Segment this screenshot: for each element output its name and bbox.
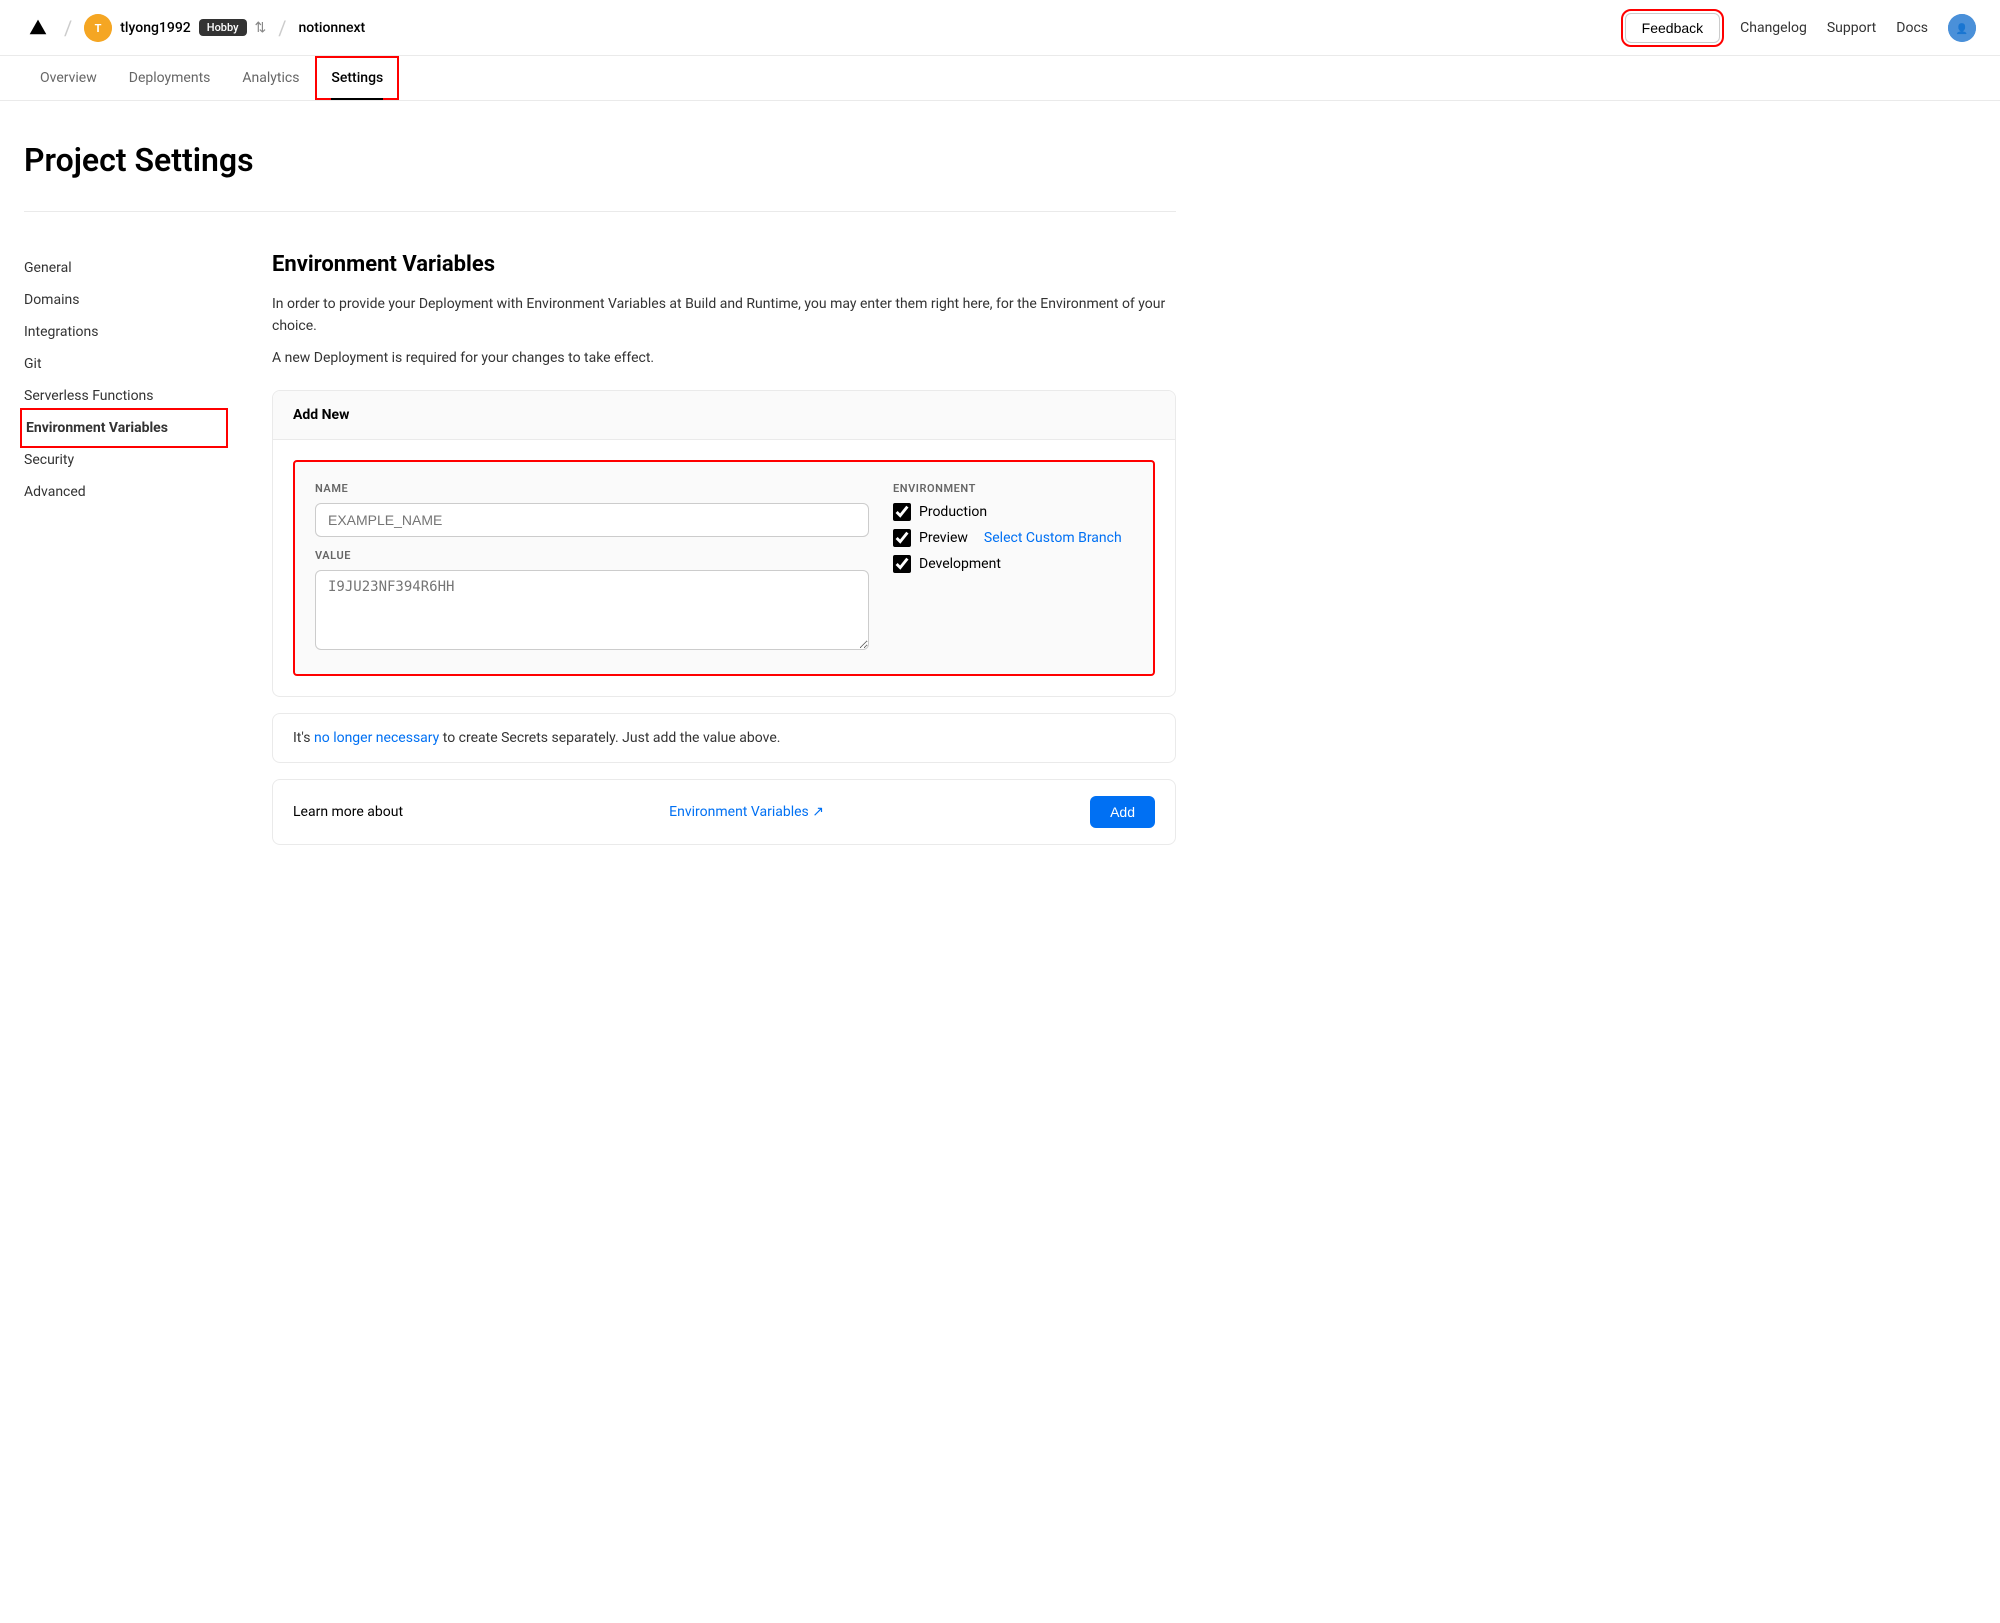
add-new-label: Add New [293,407,349,423]
section-description-1: In order to provide your Deployment with… [272,293,1176,338]
env-option-preview-row: Preview Select Custom Branch [893,529,1133,547]
env-option-production: Production [893,503,1133,521]
env-option-development: Development [893,555,1001,573]
env-vars-learn-more-link[interactable]: Environment Variables ↗ [669,804,824,820]
plan-badge: Hobby [199,19,247,36]
page-divider [24,211,1176,212]
learn-more-text-pre: Learn more about [293,804,403,820]
tab-deployments[interactable]: Deployments [113,56,227,100]
sidebar-item-integrations[interactable]: Integrations [24,316,224,348]
tab-overview[interactable]: Overview [24,56,113,100]
top-nav-left: / T tlyong1992 Hobby ⇅ / notionnext [24,14,1617,42]
page-title: Project Settings [24,141,1176,179]
env-section: ENVIRONMENT Production [893,482,1133,573]
env-option-preview: Preview [893,529,968,547]
form-row: NAME VALUE ENVIRONMENT [315,482,1133,654]
page-container: Project Settings General Domains Integra… [0,101,1200,901]
vercel-logo[interactable] [24,14,52,42]
sidebar-item-env-vars[interactable]: Environment Variables [24,412,224,444]
support-link[interactable]: Support [1827,20,1876,36]
sidebar-item-git[interactable]: Git [24,348,224,380]
form-left: NAME VALUE [315,482,869,654]
info-text-post: to create Secrets separately. Just add t… [439,730,780,746]
nav-separator-1: / [64,18,72,38]
form-right: ENVIRONMENT Production [893,482,1133,581]
tab-analytics[interactable]: Analytics [226,56,315,100]
name-input[interactable] [315,503,869,537]
account-switcher-icon[interactable]: ⇅ [255,20,267,36]
no-longer-necessary-link[interactable]: no longer necessary [314,730,439,746]
tab-settings[interactable]: Settings [315,56,399,100]
value-row: VALUE [315,549,869,654]
development-checkbox[interactable] [893,555,911,573]
main-content: Environment Variables In order to provid… [272,252,1176,861]
sidebar-item-security[interactable]: Security [24,444,224,476]
env-option-development-row: Development [893,555,1133,573]
top-nav-right: Feedback Changelog Support Docs 👤 [1625,13,1976,43]
learn-more-row: Learn more about Environment Variables ↗… [272,779,1176,845]
development-label: Development [919,556,1001,572]
card-body: NAME VALUE ENVIRONMENT [273,440,1175,696]
svg-text:👤: 👤 [1956,22,1968,35]
preview-checkbox[interactable] [893,529,911,547]
card-header: Add New [273,391,1175,440]
env-option-production-inner: Production [893,503,987,521]
feedback-button[interactable]: Feedback [1625,13,1720,43]
production-label: Production [919,504,987,520]
sidebar-item-domains[interactable]: Domains [24,284,224,316]
user-avatar-right[interactable]: 👤 [1948,14,1976,42]
top-nav: / T tlyong1992 Hobby ⇅ / notionnext Feed… [0,0,2000,56]
user-avatar[interactable]: T [84,14,112,42]
add-new-form: NAME VALUE ENVIRONMENT [293,460,1155,676]
environment-label: ENVIRONMENT [893,482,1133,495]
changelog-link[interactable]: Changelog [1740,20,1807,36]
add-button[interactable]: Add [1090,796,1155,828]
project-name[interactable]: notionnext [299,20,366,36]
value-input[interactable] [315,570,869,650]
sidebar-item-advanced[interactable]: Advanced [24,476,224,508]
env-vars-card: Add New NAME VALUE [272,390,1176,697]
main-layout: General Domains Integrations Git Serverl… [24,252,1176,861]
section-note: A new Deployment is required for your ch… [272,350,1176,366]
sidebar-item-general[interactable]: General [24,252,224,284]
env-options: Production Preview [893,503,1133,573]
docs-link[interactable]: Docs [1896,20,1928,36]
info-card: It's no longer necessary to create Secre… [272,713,1176,763]
svg-text:T: T [95,22,102,35]
production-checkbox[interactable] [893,503,911,521]
select-custom-branch-link[interactable]: Select Custom Branch [984,530,1122,546]
sidebar-item-serverless[interactable]: Serverless Functions [24,380,224,412]
name-label: NAME [315,482,869,495]
value-label: VALUE [315,549,869,562]
nav-separator-2: / [278,18,286,38]
username[interactable]: tlyong1992 [120,20,191,36]
info-text-pre: It's [293,730,314,746]
preview-label: Preview [919,530,968,546]
section-title: Environment Variables [272,252,1176,277]
sub-nav: Overview Deployments Analytics Settings [0,56,2000,101]
sidebar: General Domains Integrations Git Serverl… [24,252,224,861]
